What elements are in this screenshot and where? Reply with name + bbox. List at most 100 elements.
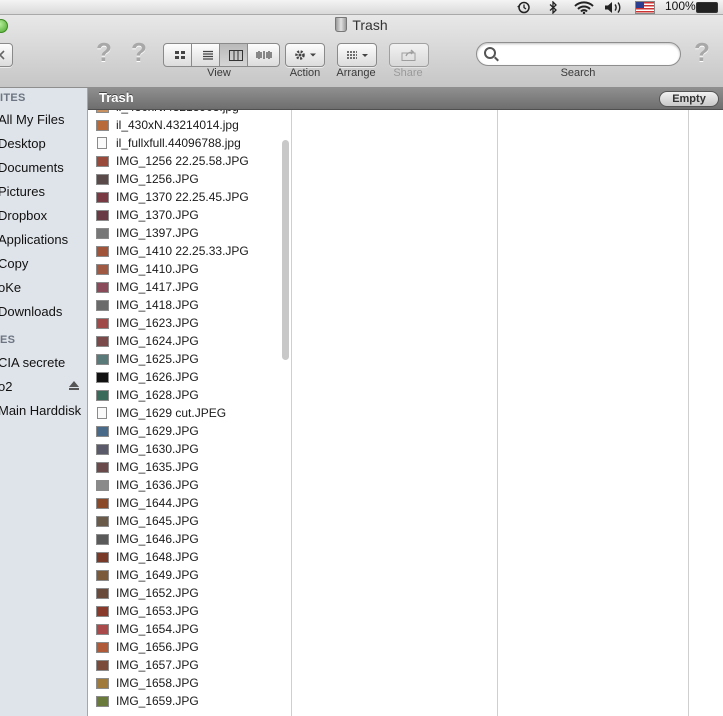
image-thumbnail-icon	[96, 516, 109, 527]
file-name: IMG_1417.JPG	[116, 280, 199, 294]
arrange-button[interactable]	[337, 43, 377, 67]
path-header: Trash Empty	[88, 88, 723, 110]
file-row[interactable]: IMG_1648.JPG	[88, 548, 278, 566]
image-thumbnail-icon	[96, 624, 109, 635]
file-row[interactable]: IMG_1370 22.25.45.JPG	[88, 188, 278, 206]
share-button[interactable]	[389, 43, 429, 67]
file-name: IMG_1658.JPG	[116, 676, 199, 690]
image-thumbnail-icon	[96, 678, 109, 689]
image-thumbnail-icon	[96, 570, 109, 581]
search-field[interactable]	[476, 42, 681, 66]
image-thumbnail-icon	[96, 372, 109, 383]
file-row[interactable]: IMG_1652.JPG	[88, 584, 278, 602]
file-row[interactable]: IMG_1636.JPG	[88, 476, 278, 494]
action-label: Action	[289, 67, 321, 79]
file-row[interactable]: il_fullxfull.44096788.jpg	[88, 134, 278, 152]
sidebar-item-dropbox[interactable]: Dropbox	[0, 208, 47, 223]
file-row[interactable]: IMG_1256 22.25.58.JPG	[88, 152, 278, 170]
help-placeholder-icon-2: ?	[131, 37, 147, 67]
sidebar-item-all-my-files[interactable]: All My Files	[0, 112, 64, 127]
time-machine-icon[interactable]	[514, 0, 534, 14]
file-row[interactable]: IMG_1659.JPG	[88, 692, 278, 710]
column-divider[interactable]	[497, 110, 498, 716]
file-name: IMG_1649.JPG	[116, 568, 199, 582]
sidebar-item-downloads[interactable]: Downloads	[0, 304, 62, 319]
sidebar-item-desktop[interactable]: Desktop	[0, 136, 46, 151]
file-name: IMG_1418.JPG	[116, 298, 199, 312]
path-title: Trash	[99, 90, 134, 105]
file-row[interactable]: IMG_1628.JPG	[88, 386, 278, 404]
file-name: il_fullxfull.44096788.jpg	[116, 136, 241, 150]
file-row[interactable]: IMG_1654.JPG	[88, 620, 278, 638]
file-name: IMG_1629 cut.JPEG	[116, 406, 227, 420]
battery-icon[interactable]	[696, 2, 718, 13]
file-row[interactable]: IMG_1418.JPG	[88, 296, 278, 314]
file-row[interactable]: IMG_1410 22.25.33.JPG	[88, 242, 278, 260]
file-name: IMG_1625.JPG	[116, 352, 199, 366]
sidebar-item-main-harddisk[interactable]: Main Harddisk	[0, 403, 81, 418]
file-row[interactable]: IMG_1623.JPG	[88, 314, 278, 332]
file-name: il_430xN.43213903.jpg	[116, 110, 239, 114]
file-name: IMG_1636.JPG	[116, 478, 199, 492]
file-row[interactable]: IMG_1635.JPG	[88, 458, 278, 476]
image-thumbnail-icon	[96, 534, 109, 545]
column-browser: il_430xN.43213903.jpg il_430xN.43214014.j…	[88, 110, 723, 716]
file-row[interactable]: il_430xN.43214014.jpg	[88, 116, 278, 134]
file-row[interactable]: IMG_1645.JPG	[88, 512, 278, 530]
file-row[interactable]: IMG_1370.JPG	[88, 206, 278, 224]
file-row[interactable]: IMG_1624.JPG	[88, 332, 278, 350]
image-thumbnail-icon	[96, 264, 109, 275]
file-row[interactable]: IMG_1397.JPG	[88, 224, 278, 242]
file-row[interactable]: IMG_1644.JPG	[88, 494, 278, 512]
image-thumbnail-icon	[96, 498, 109, 509]
image-thumbnail-icon	[96, 552, 109, 563]
file-name: IMG_1657.JPG	[116, 658, 199, 672]
file-row[interactable]: IMG_1649.JPG	[88, 566, 278, 584]
image-thumbnail-icon	[96, 318, 109, 329]
image-thumbnail-icon	[96, 696, 109, 707]
file-name: IMG_1256 22.25.58.JPG	[116, 154, 249, 168]
file-name: IMG_1623.JPG	[116, 316, 199, 330]
coverflow-view-button[interactable]	[247, 43, 280, 67]
sidebar-item-cia-secrete[interactable]: CIA secrete	[0, 355, 65, 370]
empty-trash-button[interactable]: Empty	[659, 91, 719, 107]
vertical-scrollbar[interactable]	[282, 140, 289, 360]
file-row[interactable]: IMG_1626.JPG	[88, 368, 278, 386]
file-row[interactable]: IMG_1629 cut.JPEG	[88, 404, 278, 422]
us-flag-icon[interactable]	[635, 1, 655, 14]
eject-icon[interactable]	[69, 381, 79, 390]
file-row[interactable]: IMG_1656.JPG	[88, 638, 278, 656]
column-divider[interactable]	[291, 110, 292, 716]
battery-percentage[interactable]: 100%	[665, 0, 696, 13]
file-row[interactable]: IMG_1625.JPG	[88, 350, 278, 368]
file-row[interactable]: IMG_1657.JPG	[88, 656, 278, 674]
image-thumbnail-icon	[96, 480, 109, 491]
file-row[interactable]: IMG_1256.JPG	[88, 170, 278, 188]
volume-icon[interactable]	[603, 0, 625, 14]
sidebar-item-applications[interactable]: Applications	[0, 232, 68, 247]
image-thumbnail-icon	[96, 390, 109, 401]
image-thumbnail-icon	[96, 174, 109, 185]
sidebar-item-oke[interactable]: oKe	[0, 280, 21, 295]
sidebar-item-copy[interactable]: Copy	[0, 256, 28, 271]
action-button[interactable]	[285, 43, 325, 67]
image-thumbnail-icon	[96, 192, 109, 203]
file-row[interactable]: IMG_1646.JPG	[88, 530, 278, 548]
file-row[interactable]: IMG_1653.JPG	[88, 602, 278, 620]
file-row[interactable]: IMG_1417.JPG	[88, 278, 278, 296]
file-row[interactable]: IMG_1658.JPG	[88, 674, 278, 692]
image-thumbnail-icon	[96, 228, 109, 239]
file-row[interactable]: IMG_1630.JPG	[88, 440, 278, 458]
column-divider[interactable]	[688, 110, 689, 716]
sidebar-item-o2[interactable]: o2	[0, 379, 12, 394]
sidebar-item-documents[interactable]: Documents	[0, 160, 64, 175]
bluetooth-icon[interactable]	[545, 0, 561, 14]
file-name: IMG_1370 22.25.45.JPG	[116, 190, 249, 204]
file-row[interactable]: IMG_1410.JPG	[88, 260, 278, 278]
back-button[interactable]	[0, 43, 13, 67]
file-row[interactable]: IMG_1629.JPG	[88, 422, 278, 440]
file-name: IMG_1644.JPG	[116, 496, 199, 510]
search-input[interactable]	[501, 46, 675, 63]
wifi-icon[interactable]	[572, 0, 596, 14]
sidebar-item-pictures[interactable]: Pictures	[0, 184, 45, 199]
